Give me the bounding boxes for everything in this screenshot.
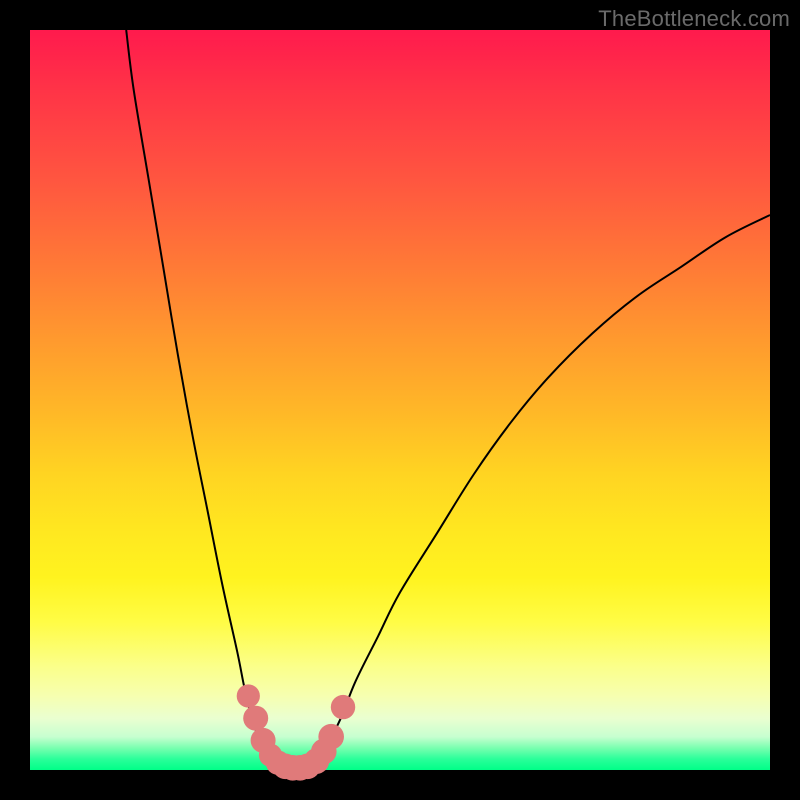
watermark-text: TheBottleneck.com (598, 6, 790, 32)
curves-layer (30, 30, 770, 770)
marker-dot (318, 724, 344, 750)
left-branch-curve (126, 30, 281, 770)
plot-area (30, 30, 770, 770)
bottom-dots-group (237, 684, 356, 780)
chart-frame: TheBottleneck.com (0, 0, 800, 800)
right-branch-curve (311, 215, 770, 770)
marker-dot (331, 695, 355, 719)
marker-dot (243, 706, 268, 731)
marker-dot (237, 684, 260, 707)
